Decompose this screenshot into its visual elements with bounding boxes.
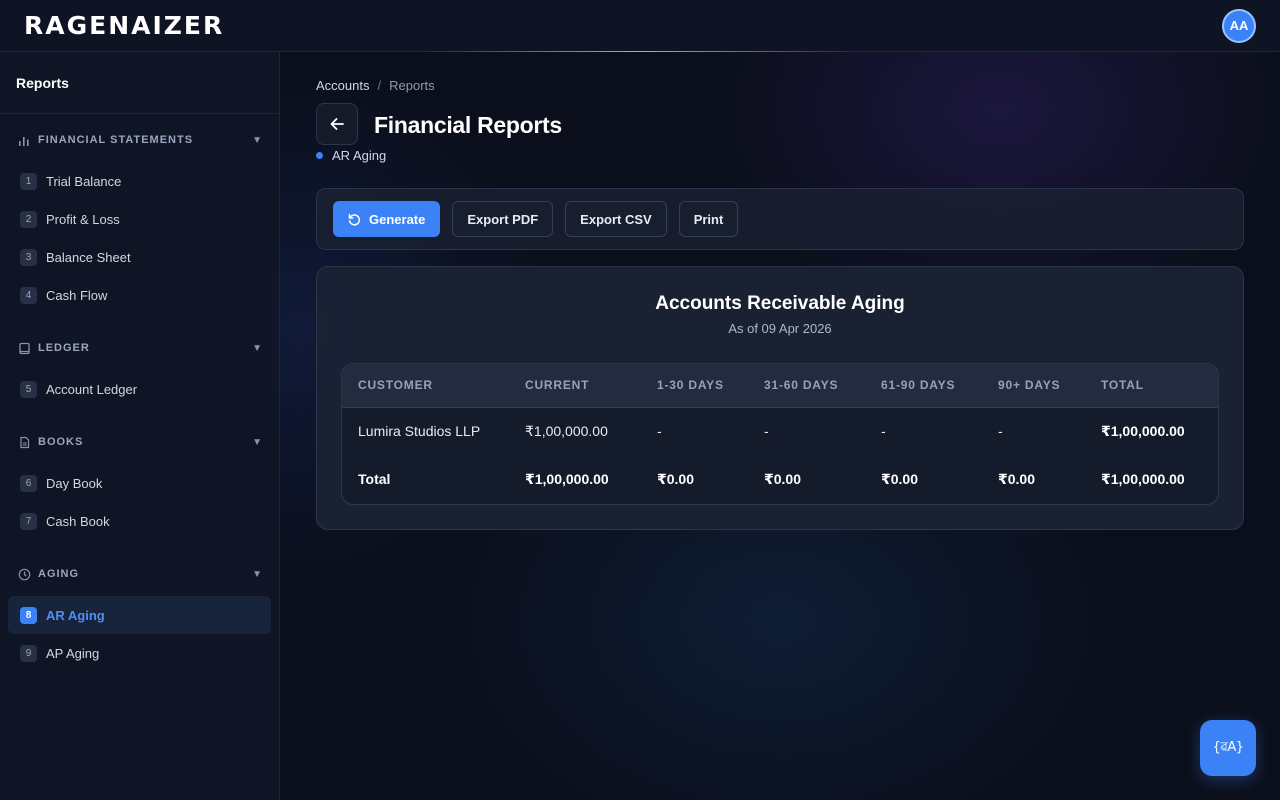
sidebar-item-day-book[interactable]: 6 Day Book: [8, 464, 271, 502]
clock-icon: [18, 568, 31, 581]
sidebar-item-trial-balance[interactable]: 1 Trial Balance: [8, 162, 271, 200]
sidebar-item-profit-loss[interactable]: 2 Profit & Loss: [8, 200, 271, 238]
sidebar-item-cash-book[interactable]: 7 Cash Book: [8, 502, 271, 540]
report-card: Accounts Receivable Aging As of 09 Apr 2…: [316, 266, 1244, 530]
item-number: 6: [20, 474, 37, 492]
days-61-90-total-cell: ₹0.00: [881, 470, 918, 487]
item-number: 7: [20, 512, 37, 530]
item-number: 3: [20, 248, 37, 266]
days-1-30-cell: -: [657, 423, 662, 440]
column-header: CUSTOMER: [342, 364, 509, 408]
item-number: 2: [20, 210, 37, 228]
column-header: 90+ DAYS: [982, 364, 1085, 408]
chevron-down-icon[interactable]: ▼: [252, 135, 263, 146]
item-number: 5: [20, 380, 37, 398]
sidebar-item-label: AP Aging: [46, 645, 100, 661]
sidebar-item-balance-sheet[interactable]: 3 Balance Sheet: [8, 238, 271, 276]
top-bar: RAGENAIZER AA: [0, 0, 1280, 52]
print-button[interactable]: Print: [678, 201, 739, 237]
table-row[interactable]: Lumira Studios LLP ₹1,00,000.00 - - - - …: [342, 407, 1218, 455]
total-cell: ₹1,00,000.00: [1101, 422, 1185, 439]
days-61-90-cell: -: [881, 423, 886, 440]
status-dot: [316, 152, 323, 159]
current-cell: ₹1,00,000.00: [525, 422, 608, 439]
export-pdf-button[interactable]: Export PDF: [452, 201, 554, 237]
breadcrumb-reports: Reports: [389, 78, 435, 93]
column-header: 1-30 DAYS: [641, 364, 748, 408]
days-90-plus-total-cell: ₹0.00: [998, 470, 1035, 487]
sidebar-item-label: AR Aging: [46, 607, 105, 623]
days-90-plus-cell: -: [998, 423, 1003, 440]
column-header: CURRENT: [509, 364, 641, 408]
section-label: BOOKS: [38, 436, 84, 448]
item-number: 4: [20, 286, 37, 304]
generate-button[interactable]: Generate: [333, 201, 441, 237]
sidebar-item-label: Cash Flow: [46, 287, 108, 303]
breadcrumb: Accounts / Reports: [316, 78, 435, 93]
days-1-30-total-cell: ₹0.00: [657, 470, 694, 487]
breadcrumb-separator: /: [377, 78, 382, 93]
item-number: 1: [20, 172, 37, 190]
report-date: As of 09 Apr 2026: [728, 321, 832, 336]
generate-label: Generate: [369, 211, 426, 227]
current-total-cell: ₹1,00,000.00: [525, 470, 609, 487]
app-logo[interactable]: RAGENAIZER: [24, 11, 224, 40]
arrow-left-icon: [330, 118, 344, 130]
section-label: AGING: [38, 568, 80, 580]
report-toolbar: Generate Export PDF Export CSV Print: [316, 188, 1244, 250]
customer-cell: Lumira Studios LLP: [358, 423, 481, 440]
section-ledger[interactable]: LEDGER ▼: [0, 338, 279, 358]
assistant-button[interactable]: {ৱA}: [1200, 720, 1256, 776]
sidebar-item-account-ledger[interactable]: 5 Account Ledger: [8, 370, 271, 408]
sidebar-item-cash-flow[interactable]: 4 Cash Flow: [8, 276, 271, 314]
column-header: 31-60 DAYS: [748, 364, 865, 408]
days-31-60-cell: -: [764, 423, 769, 440]
table-total-row: Total ₹1,00,000.00 ₹0.00 ₹0.00 ₹0.00 ₹0.…: [342, 455, 1218, 503]
sidebar-item-ar-aging[interactable]: 8 AR Aging: [8, 596, 271, 634]
days-31-60-total-cell: ₹0.00: [764, 470, 801, 487]
sidebar-item-label: Balance Sheet: [46, 249, 131, 265]
refresh-icon: [348, 213, 361, 225]
sidebar-item-label: Day Book: [46, 475, 103, 491]
sidebar-item-label: Cash Book: [46, 513, 110, 529]
sidebar-title: Reports: [0, 52, 279, 114]
report-title: Accounts Receivable Aging: [655, 293, 905, 314]
section-label: FINANCIAL STATEMENTS: [38, 134, 194, 146]
document-icon: [18, 436, 31, 449]
section-aging[interactable]: AGING ▼: [0, 564, 279, 584]
chevron-down-icon[interactable]: ▼: [252, 437, 263, 448]
aging-table: CUSTOMER CURRENT 1-30 DAYS 31-60 DAYS 61…: [341, 363, 1219, 505]
breadcrumb-accounts[interactable]: Accounts: [316, 78, 369, 93]
export-csv-button[interactable]: Export CSV: [565, 201, 667, 237]
section-financial-statements[interactable]: FINANCIAL STATEMENTS ▼: [0, 130, 279, 150]
section-label: LEDGER: [38, 342, 90, 354]
user-avatar[interactable]: AA: [1222, 8, 1256, 43]
grand-total-cell: ₹1,00,000.00: [1101, 470, 1185, 487]
sidebar-item-label: Trial Balance: [46, 173, 122, 189]
chevron-down-icon[interactable]: ▼: [252, 343, 263, 354]
table-header-row: CUSTOMER CURRENT 1-30 DAYS 31-60 DAYS 61…: [342, 364, 1218, 408]
column-header: TOTAL: [1085, 364, 1218, 408]
report-type-indicator: AR Aging: [316, 148, 386, 163]
column-header: 61-90 DAYS: [865, 364, 982, 408]
sidebar-item-label: Profit & Loss: [46, 211, 120, 227]
section-books[interactable]: BOOKS ▼: [0, 432, 279, 452]
report-type-label: AR Aging: [332, 148, 387, 163]
book-icon: [18, 342, 31, 355]
back-button[interactable]: [316, 103, 358, 145]
assistant-icon: {ৱA}: [1212, 739, 1244, 755]
sidebar-item-label: Account Ledger: [46, 381, 138, 397]
bar-chart-icon: [18, 134, 31, 147]
page-title: Financial Reports: [374, 112, 562, 138]
item-number: 8: [20, 606, 37, 624]
sidebar: Reports FINANCIAL STATEMENTS ▼ 1 Trial B…: [0, 52, 280, 800]
chevron-down-icon[interactable]: ▼: [252, 569, 263, 580]
item-number: 9: [20, 644, 37, 662]
sidebar-item-ap-aging[interactable]: 9 AP Aging: [8, 634, 271, 672]
total-label-cell: Total: [358, 471, 391, 487]
